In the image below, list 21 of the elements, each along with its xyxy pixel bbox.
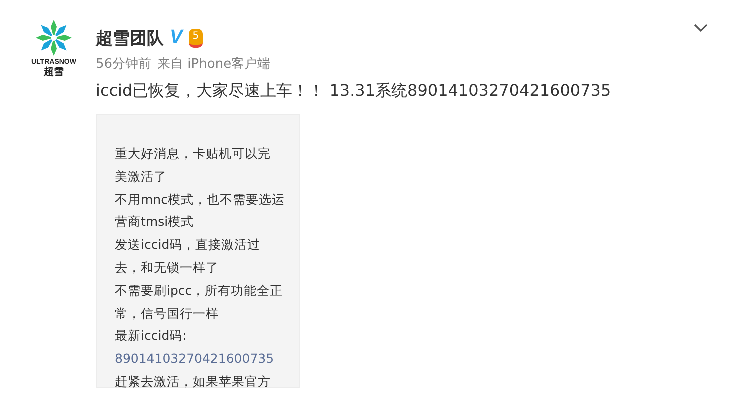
image-text-line: 常，信号国行一样 <box>115 304 220 323</box>
member-badge: 5 <box>188 28 204 48</box>
image-text-line: 重大好消息，卡贴机可以完 <box>115 145 272 163</box>
post-image[interactable]: 重大好消息，卡贴机可以完 美激活了 不用mnc模式，也不需要选运 营商tmsi模式 发送iccid码，直接激活过 去，和无锁一样了 不需要刷ipcc，所有功能全正 常，信号国行一样 最新iccid码: 89014103270421600735 赶紧去激活，如果苹果官方 <box>96 114 300 388</box>
chevron-down-icon[interactable] <box>694 24 708 32</box>
logo-text: 超雪 <box>44 67 64 78</box>
image-text-line: 发送iccid码，直接激活过 <box>115 236 262 254</box>
image-text-line: 营商tmsi模式 <box>115 213 196 232</box>
verified-mark: V <box>170 27 183 49</box>
image-text-line: 89014103270421600735 <box>115 350 276 368</box>
post-text: iccid已恢复，大家尽速上车！！ 13.31系统89014103270421600735 <box>96 81 612 102</box>
post-time[interactable]: 56分钟前 <box>96 55 152 73</box>
image-text-line: 不用mnc模式，也不需要选运 <box>115 190 286 209</box>
snowflake-icon <box>34 18 74 58</box>
image-text-line: 赶紧去激活，如果苹果官方 <box>115 372 272 391</box>
post-source: 来自 iPhone客户端 <box>158 56 271 73</box>
image-text-line: 不需要刷ipcc，所有功能全正 <box>115 282 284 300</box>
author-name[interactable]: 超雪团队 <box>96 26 164 50</box>
image-text-line: 美激活了 <box>115 168 168 186</box>
image-text-line: 最新iccid码: <box>115 327 188 346</box>
image-text-line: 去，和无锁一样了 <box>115 258 220 277</box>
